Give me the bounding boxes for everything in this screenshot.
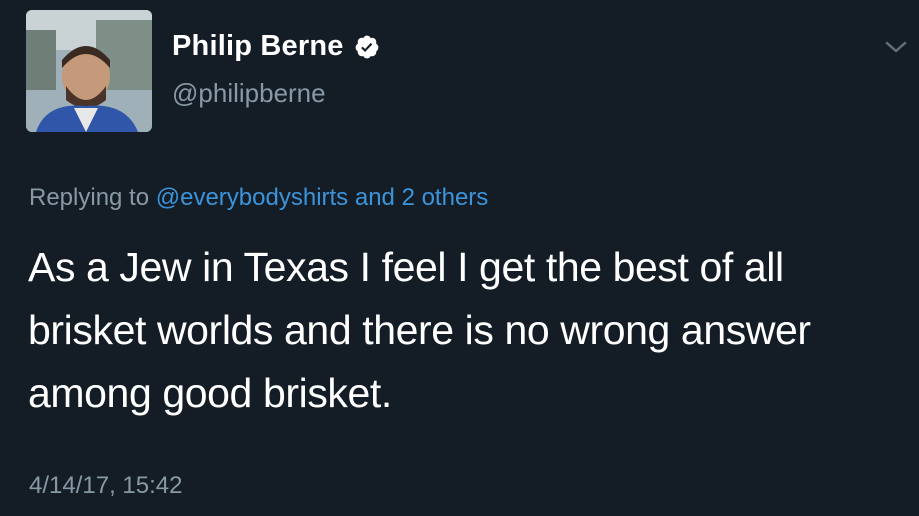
tweet-timestamp[interactable]: 4/14/17, 15:42 bbox=[29, 472, 182, 500]
author-name[interactable]: Philip Berne bbox=[172, 30, 344, 63]
chevron-down-icon[interactable] bbox=[884, 38, 908, 56]
reply-users-link[interactable]: @everybodyshirts and 2 others bbox=[156, 184, 489, 211]
reply-prefix: Replying to bbox=[29, 184, 150, 211]
avatar[interactable] bbox=[26, 10, 152, 132]
verified-badge-icon bbox=[355, 35, 378, 58]
reply-context: Replying to @everybodyshirts and 2 other… bbox=[29, 184, 488, 212]
author-row: Philip Berne bbox=[172, 30, 380, 63]
tweet-text: As a Jew in Texas I feel I get the best … bbox=[28, 244, 811, 416]
author-handle[interactable]: @philipberne bbox=[172, 78, 326, 109]
tweet-card: Philip Berne @philipberne Replying to @e… bbox=[0, 0, 919, 516]
